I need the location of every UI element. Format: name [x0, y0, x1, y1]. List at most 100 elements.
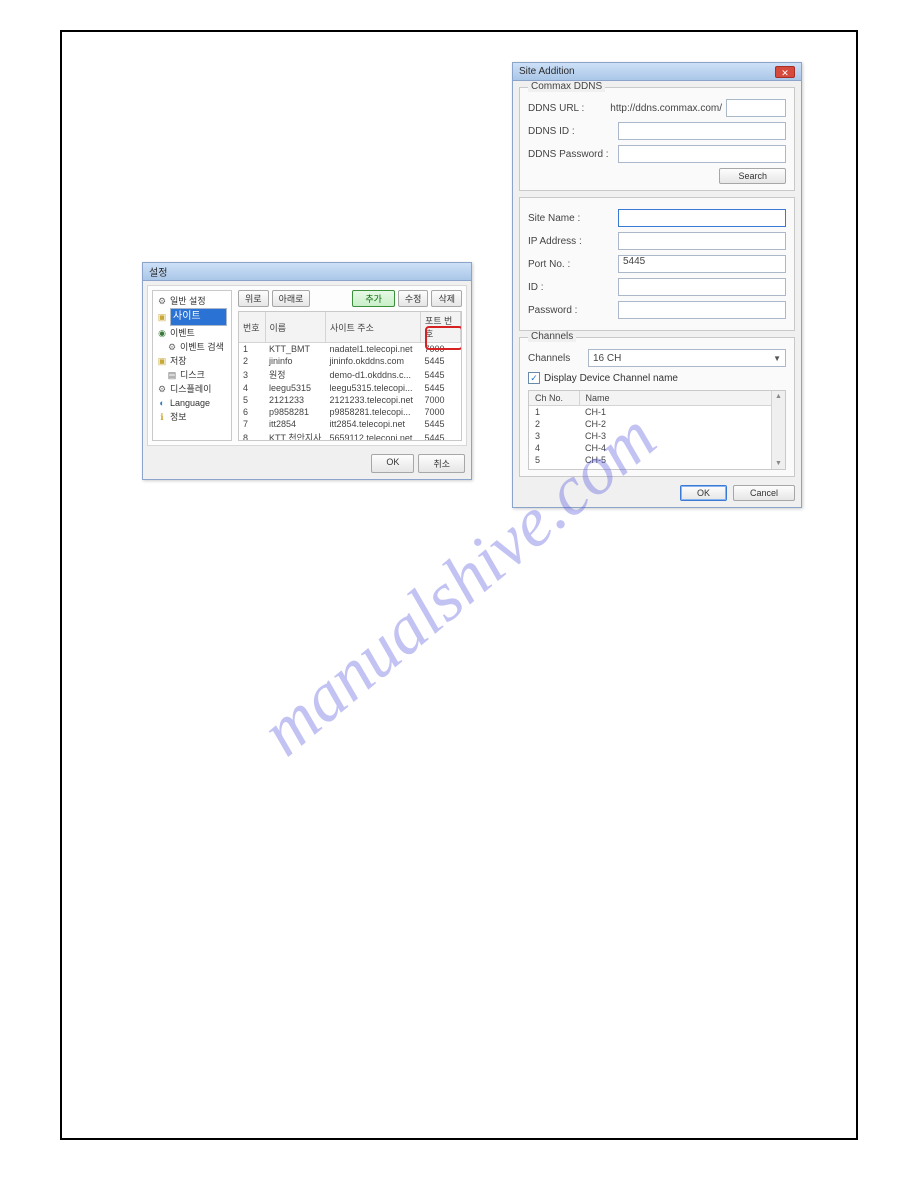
ddns-group-title: Commax DDNS — [528, 81, 605, 92]
site-table-wrap: 번호 이름 사이트 주소 포트 번호 1KTT_BMTnadatel1.tele… — [238, 311, 462, 441]
channel-list[interactable]: Ch No. Name 1CH-12CH-23CH-34CH-45CH-5 ▲ … — [528, 390, 786, 470]
tree-item[interactable]: ▣사이트 — [157, 308, 227, 326]
cell-ch-no: 2 — [529, 418, 579, 430]
settings-tree[interactable]: ⚙일반 설정▣사이트◉이벤트⚙이벤트 검색▣저장▤디스크⚙디스플레이◐Langu… — [152, 290, 232, 441]
down-button[interactable]: 아래로 — [272, 290, 311, 307]
up-button[interactable]: 위로 — [238, 290, 269, 307]
tree-item-label: 정보 — [170, 410, 187, 424]
search-button[interactable]: Search — [719, 168, 786, 184]
table-row[interactable]: 4leegu5315leegu5315.telecopi...5445 — [239, 382, 461, 394]
chevron-down-icon: ▼ — [773, 354, 781, 363]
table-row[interactable]: 6p9858281p9858281.telecopi...7000 — [239, 406, 461, 418]
ddns-url-suffix-input[interactable] — [726, 99, 786, 117]
tree-item[interactable]: ⚙이벤트 검색 — [157, 340, 227, 354]
site-addition-titlebar[interactable]: Site Addition ✕ — [513, 63, 801, 81]
tree-item-label: 디스플레이 — [170, 382, 211, 396]
display-channel-checkbox[interactable]: ✓ — [528, 372, 540, 384]
cell-ch-name: CH-1 — [579, 406, 785, 419]
cancel-button[interactable]: 취소 — [418, 454, 465, 473]
cell-no: 4 — [239, 382, 265, 394]
ch-col-name[interactable]: Name — [579, 391, 785, 406]
cell-addr: jininfo.okddns.com — [325, 355, 420, 367]
cell-name: 원정 — [265, 367, 325, 382]
site-name-input[interactable] — [618, 209, 786, 227]
cell-no: 1 — [239, 343, 265, 356]
settings-body: ⚙일반 설정▣사이트◉이벤트⚙이벤트 검색▣저장▤디스크⚙디스플레이◐Langu… — [147, 285, 467, 446]
site-pw-field: Password : — [528, 301, 786, 319]
delete-button[interactable]: 삭제 — [431, 290, 462, 307]
tree-item-label: 일반 설정 — [170, 294, 206, 308]
ddns-url-field: DDNS URL : http://ddns.commax.com/ — [528, 99, 786, 117]
col-name[interactable]: 이름 — [265, 312, 325, 343]
cell-addr: nadatel1.telecopi.net — [325, 343, 420, 356]
ch-col-no[interactable]: Ch No. — [529, 391, 579, 406]
ddns-url-value: http://ddns.commax.com/ — [608, 103, 722, 114]
cell-no: 2 — [239, 355, 265, 367]
port-input[interactable]: 5445 — [618, 255, 786, 273]
scroll-down-icon[interactable]: ▼ — [775, 460, 782, 467]
folder-icon: ▣ — [157, 312, 167, 322]
channels-group: Channels Channels 16 CH ▼ ✓ Display Devi… — [519, 337, 795, 477]
site-name-field: Site Name : — [528, 209, 786, 227]
col-addr[interactable]: 사이트 주소 — [325, 312, 420, 343]
scroll-up-icon[interactable]: ▲ — [775, 393, 782, 400]
col-port[interactable]: 포트 번호 — [421, 312, 461, 343]
tree-item[interactable]: ℹ정보 — [157, 410, 227, 424]
lang-icon: ◐ — [157, 398, 167, 408]
page-frame: manualshive.com 설정 ⚙일반 설정▣사이트◉이벤트⚙이벤트 검색… — [60, 30, 858, 1140]
settings-window: 설정 ⚙일반 설정▣사이트◉이벤트⚙이벤트 검색▣저장▤디스크⚙디스플레이◐La… — [142, 262, 472, 480]
site-table[interactable]: 번호 이름 사이트 주소 포트 번호 1KTT_BMTnadatel1.tele… — [239, 312, 461, 441]
tree-item[interactable]: ⚙디스플레이 — [157, 382, 227, 396]
cell-addr: itt2854.telecopi.net — [325, 418, 420, 430]
settings-title: 설정 — [149, 264, 167, 279]
ip-input[interactable] — [618, 232, 786, 250]
table-row[interactable]: 3원정demo-d1.okddns.c...5445 — [239, 367, 461, 382]
site-group: Site Name : IP Address : Port No. : 5445… — [519, 197, 795, 331]
col-no[interactable]: 번호 — [239, 312, 265, 343]
site-id-input[interactable] — [618, 278, 786, 296]
port-field: Port No. : 5445 — [528, 255, 786, 273]
cancel-button[interactable]: Cancel — [733, 485, 795, 501]
channels-select[interactable]: 16 CH ▼ — [588, 349, 786, 367]
channel-row[interactable]: 5CH-5 — [529, 454, 785, 466]
cell-name: KTT 천안지사 — [265, 430, 325, 441]
ddns-id-input[interactable] — [618, 122, 786, 140]
channel-row[interactable]: 1CH-1 — [529, 406, 785, 419]
cell-port: 7000 — [421, 394, 461, 406]
gear-icon: ⚙ — [157, 384, 167, 394]
tree-item[interactable]: ◉이벤트 — [157, 326, 227, 340]
channels-group-title: Channels — [528, 331, 576, 342]
channel-row[interactable]: 4CH-4 — [529, 442, 785, 454]
tree-item-label: 이벤트 검색 — [180, 340, 224, 354]
tree-item[interactable]: ◐Language — [157, 396, 227, 410]
site-pw-input[interactable] — [618, 301, 786, 319]
cell-addr: demo-d1.okddns.c... — [325, 367, 420, 382]
table-row[interactable]: 521212332121233.telecopi.net7000 — [239, 394, 461, 406]
gear-icon: ⚙ — [167, 342, 177, 352]
add-button[interactable]: 추가 — [352, 290, 395, 307]
edit-button[interactable]: 수정 — [398, 290, 429, 307]
settings-titlebar[interactable]: 설정 — [143, 263, 471, 281]
cell-addr: 2121233.telecopi.net — [325, 394, 420, 406]
tree-item-label: Language — [170, 396, 210, 410]
ddns-url-label: DDNS URL : — [528, 103, 608, 114]
table-row[interactable]: 1KTT_BMTnadatel1.telecopi.net7000 — [239, 343, 461, 356]
table-row[interactable]: 2jininfojininfo.okddns.com5445 — [239, 355, 461, 367]
ip-label: IP Address : — [528, 236, 618, 247]
ddns-pw-input[interactable] — [618, 145, 786, 163]
table-row[interactable]: 7itt2854itt2854.telecopi.net5445 — [239, 418, 461, 430]
cell-ch-no: 5 — [529, 454, 579, 466]
ok-button[interactable]: OK — [680, 485, 727, 501]
ok-button[interactable]: OK — [371, 454, 414, 473]
cell-addr: 5659112.telecopi.net — [325, 430, 420, 441]
folder-icon: ▣ — [157, 356, 167, 366]
cell-no: 5 — [239, 394, 265, 406]
table-row[interactable]: 8KTT 천안지사5659112.telecopi.net5445 — [239, 430, 461, 441]
tree-item[interactable]: ⚙일반 설정 — [157, 294, 227, 308]
tree-item[interactable]: ▤디스크 — [157, 368, 227, 382]
channel-row[interactable]: 2CH-2 — [529, 418, 785, 430]
tree-item[interactable]: ▣저장 — [157, 354, 227, 368]
scrollbar[interactable]: ▲ ▼ — [771, 391, 785, 469]
channel-row[interactable]: 3CH-3 — [529, 430, 785, 442]
close-icon[interactable]: ✕ — [775, 66, 795, 78]
